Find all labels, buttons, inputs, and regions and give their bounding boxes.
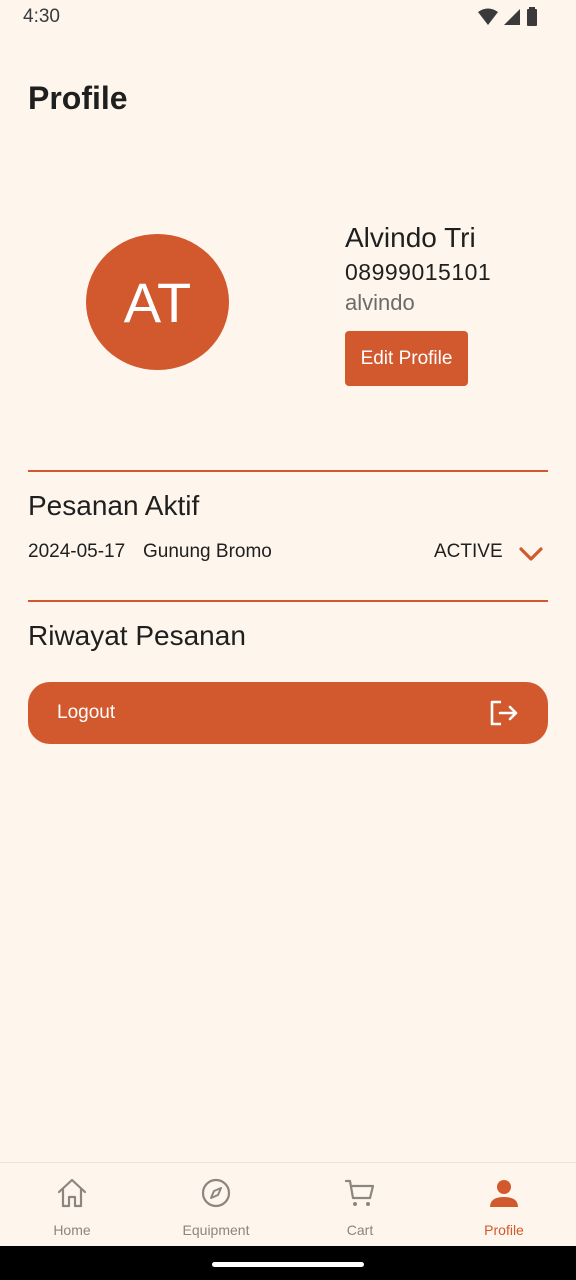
chevron-down-icon[interactable] <box>518 542 544 566</box>
nav-label-profile: Profile <box>484 1222 524 1238</box>
nav-label-home: Home <box>53 1222 91 1238</box>
profile-phone: 08999015101 <box>345 259 492 285</box>
logout-label: Logout <box>57 702 116 723</box>
order-date: 2024-05-17 <box>28 541 126 562</box>
home-icon <box>57 1178 87 1208</box>
page-title: Profile <box>28 80 128 116</box>
nav-item-profile[interactable]: Profile <box>432 1163 576 1247</box>
nav-item-cart[interactable]: Cart <box>288 1163 432 1247</box>
nav-label-cart: Cart <box>346 1222 374 1238</box>
bottom-nav: Home Equipment Cart Profile <box>0 1162 576 1247</box>
person-icon <box>490 1180 518 1207</box>
order-location: Gunung Bromo <box>143 541 272 562</box>
edit-profile-button[interactable]: Edit Profile <box>345 331 468 386</box>
status-bar: 4:30 <box>0 0 576 34</box>
logout-button[interactable]: Logout <box>28 682 548 744</box>
avatar: AT <box>86 234 229 370</box>
wifi-icon <box>478 8 498 25</box>
nav-label-equipment: Equipment <box>182 1222 250 1238</box>
active-orders-title: Pesanan Aktif <box>28 490 200 521</box>
order-history-title[interactable]: Riwayat Pesanan <box>28 620 246 652</box>
system-navigation-bar <box>0 1246 576 1280</box>
status-time: 4:30 <box>23 6 60 27</box>
cart-icon <box>344 1179 375 1206</box>
profile-username: alvindo <box>345 290 415 315</box>
home-indicator[interactable] <box>212 1262 364 1267</box>
nav-item-home[interactable]: Home <box>0 1163 144 1247</box>
profile-name: Alvindo Tri <box>345 222 476 253</box>
logout-icon <box>490 700 518 726</box>
status-icons <box>478 7 538 26</box>
order-status: ACTIVE <box>434 541 503 562</box>
section-divider <box>28 600 548 602</box>
battery-icon <box>527 7 537 26</box>
cellular-signal-icon <box>504 8 520 25</box>
compass-icon <box>201 1178 231 1208</box>
nav-item-equipment[interactable]: Equipment <box>144 1163 288 1247</box>
section-divider <box>28 470 548 472</box>
